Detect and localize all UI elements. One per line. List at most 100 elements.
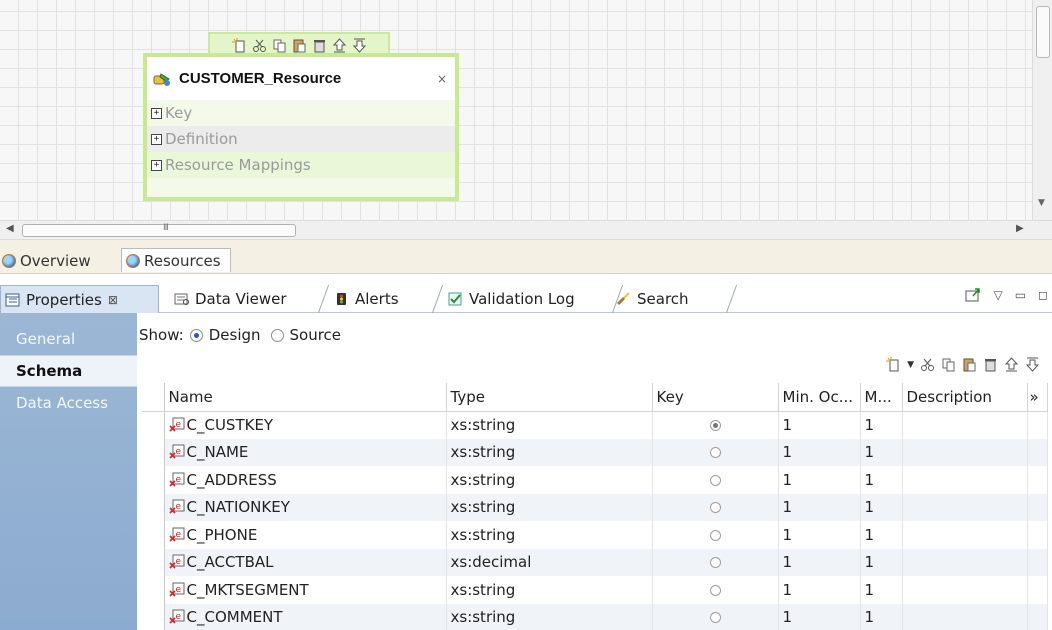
cell-type[interactable]: xs:string xyxy=(446,466,653,494)
scroll-right-icon[interactable]: ▶ xyxy=(1016,223,1024,234)
cell-type[interactable]: xs:string xyxy=(446,493,653,521)
cell-description[interactable] xyxy=(902,493,1028,521)
row-header[interactable] xyxy=(142,438,165,466)
cell-name[interactable]: e C_MKTSEGMENT xyxy=(164,576,447,604)
column-header-type[interactable]: Type xyxy=(446,383,653,412)
expand-icon[interactable]: + xyxy=(151,107,162,119)
tab-validation-log[interactable]: Validation Log xyxy=(444,285,624,313)
resource-node[interactable]: CUSTOMER_Resource × + Key + Definition + Re… xyxy=(143,53,459,201)
cell-key[interactable] xyxy=(652,521,779,549)
node-section-resource-mappings[interactable]: + Resource Mappings xyxy=(147,152,455,178)
cell-key[interactable] xyxy=(652,548,779,576)
cell-type[interactable]: xs:string xyxy=(446,603,653,630)
tab-overview[interactable]: Overview xyxy=(2,249,95,273)
design-radio[interactable] xyxy=(189,328,203,342)
table-row[interactable]: e C_CUSTKEY xs:string 1 1 xyxy=(142,411,1048,439)
cell-name[interactable]: e C_ACCTBAL xyxy=(164,548,447,576)
cell-name[interactable]: e C_NATIONKEY xyxy=(164,493,447,521)
expand-icon[interactable]: + xyxy=(151,159,162,171)
key-radio[interactable] xyxy=(709,529,721,541)
copy-icon[interactable] xyxy=(941,357,956,372)
cell-key[interactable] xyxy=(652,438,779,466)
key-radio[interactable] xyxy=(709,474,721,486)
table-row[interactable]: e C_NAME xs:string 1 1 xyxy=(142,438,1048,466)
key-radio[interactable] xyxy=(709,612,721,624)
row-header[interactable] xyxy=(142,493,165,521)
table-row[interactable]: e C_NATIONKEY xs:string 1 1 xyxy=(142,493,1048,521)
column-header-min-occurs[interactable]: Min. Oc... xyxy=(778,383,861,412)
table-row[interactable]: e C_COMMENT xs:string 1 1 xyxy=(142,603,1048,630)
column-header-name[interactable]: Name xyxy=(164,383,447,412)
cell-key[interactable] xyxy=(652,411,779,439)
paste-icon[interactable] xyxy=(962,357,977,372)
cell-name[interactable]: e C_CUSTKEY xyxy=(164,411,447,439)
tab-properties[interactable]: Properties ⊠ xyxy=(0,285,159,313)
table-row[interactable]: e C_PHONE xs:string 1 1 xyxy=(142,521,1048,549)
row-header[interactable] xyxy=(142,411,165,439)
cell-description[interactable] xyxy=(902,521,1028,549)
cell-description[interactable] xyxy=(902,576,1028,604)
move-down-icon[interactable] xyxy=(352,38,367,53)
tab-search[interactable]: Search xyxy=(612,285,738,313)
key-radio[interactable] xyxy=(709,447,721,459)
cell-max-occurs[interactable]: 1 xyxy=(860,548,903,576)
vertical-scrollbar[interactable]: ▼ xyxy=(1032,0,1052,220)
mapping-canvas[interactable]: CUSTOMER_Resource × + Key + Definition + Re… xyxy=(0,0,1032,220)
new-icon[interactable] xyxy=(231,38,247,53)
cell-max-occurs[interactable]: 1 xyxy=(860,438,903,466)
row-header[interactable] xyxy=(142,576,165,604)
scroll-down-icon[interactable]: ▼ xyxy=(1038,198,1045,208)
row-header[interactable] xyxy=(142,521,165,549)
move-up-icon[interactable] xyxy=(1004,357,1019,372)
cell-max-occurs[interactable]: 1 xyxy=(860,576,903,604)
cell-min-occurs[interactable]: 1 xyxy=(778,466,861,494)
side-tab-schema[interactable]: Schema xyxy=(0,355,137,387)
cell-name[interactable]: e C_ADDRESS xyxy=(164,466,447,494)
source-radio[interactable] xyxy=(270,328,284,342)
table-row[interactable]: e C_MKTSEGMENT xs:string 1 1 xyxy=(142,576,1048,604)
row-header[interactable] xyxy=(142,466,165,494)
open-console-icon[interactable] xyxy=(965,288,981,302)
dropdown-arrow-icon[interactable]: ▼ xyxy=(907,360,914,370)
cell-min-occurs[interactable]: 1 xyxy=(778,576,861,604)
tab-resources[interactable]: Resources xyxy=(121,248,231,272)
key-radio[interactable] xyxy=(709,502,721,514)
cell-description[interactable] xyxy=(902,603,1028,630)
cell-min-occurs[interactable]: 1 xyxy=(778,603,861,630)
new-icon[interactable] xyxy=(886,357,901,372)
row-header[interactable] xyxy=(142,603,165,630)
view-menu-icon[interactable]: ▽ xyxy=(993,288,1002,302)
cut-icon[interactable] xyxy=(252,38,267,53)
copy-icon[interactable] xyxy=(272,38,287,53)
scroll-thumb[interactable]: III xyxy=(22,223,296,237)
cell-type[interactable]: xs:decimal xyxy=(446,548,653,576)
cut-icon[interactable] xyxy=(920,357,935,372)
move-up-icon[interactable] xyxy=(332,38,347,53)
side-tab-data-access[interactable]: Data Access xyxy=(0,387,137,419)
column-header-max-occurs[interactable]: M... xyxy=(860,383,903,412)
cell-name[interactable]: e C_COMMENT xyxy=(164,603,447,630)
cell-min-occurs[interactable]: 1 xyxy=(778,411,861,439)
close-tab-icon[interactable]: ⊠ xyxy=(108,293,118,307)
row-header[interactable] xyxy=(142,548,165,576)
node-header[interactable]: CUSTOMER_Resource × xyxy=(147,57,455,100)
side-tab-general[interactable]: General xyxy=(0,323,137,355)
cell-max-occurs[interactable]: 1 xyxy=(860,603,903,630)
key-radio[interactable] xyxy=(709,557,721,569)
cell-max-occurs[interactable]: 1 xyxy=(860,466,903,494)
more-columns-icon[interactable]: » xyxy=(1027,383,1048,412)
delete-icon[interactable] xyxy=(312,38,327,53)
cell-description[interactable] xyxy=(902,438,1028,466)
cell-min-occurs[interactable]: 1 xyxy=(778,493,861,521)
cell-description[interactable] xyxy=(902,411,1028,439)
scroll-left-icon[interactable]: ◀ xyxy=(6,223,14,234)
cell-description[interactable] xyxy=(902,466,1028,494)
tab-alerts[interactable]: Alerts xyxy=(330,285,444,313)
design-label[interactable]: Design xyxy=(209,326,261,344)
tab-data-viewer[interactable]: Data Viewer xyxy=(170,285,330,313)
cell-max-occurs[interactable]: 1 xyxy=(860,521,903,549)
column-header-key[interactable]: Key xyxy=(652,383,779,412)
cell-max-occurs[interactable]: 1 xyxy=(860,493,903,521)
move-down-icon[interactable] xyxy=(1025,357,1040,372)
maximize-icon[interactable]: ◻ xyxy=(1038,288,1048,302)
